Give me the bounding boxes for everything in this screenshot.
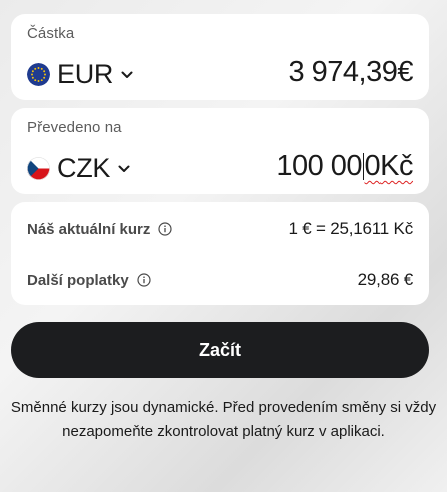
cz-flag-icon (27, 156, 50, 180)
target-currency-code: CZK (57, 152, 111, 183)
amount-value: 3 974,39€ (288, 56, 413, 88)
info-icon[interactable] (137, 273, 151, 287)
converted-value-part: 100 00 (276, 150, 363, 182)
source-currency-select[interactable]: EUR (27, 58, 133, 90)
fees-label: Další poplatky (27, 271, 129, 289)
rate-row: Náš aktuální kurz 1 € = 25,1611 Kč (27, 216, 413, 242)
converted-value-suffix: Kč (380, 150, 413, 182)
fees-row: Další poplatky 29,86 € (27, 267, 413, 293)
disclaimer-text: Směnné kurzy jsou dynamické. Před proved… (10, 399, 437, 440)
rate-value: 1 € = 25,1611 Kč (288, 219, 413, 238)
chevron-down-icon (121, 71, 133, 78)
target-currency-select[interactable]: CZK (27, 152, 130, 184)
eu-flag-icon (27, 62, 50, 86)
source-currency-code: EUR (57, 58, 114, 89)
converted-card: Převedeno na CZK 100 00 0 Kč (11, 108, 429, 194)
chevron-down-icon (118, 165, 130, 172)
start-button[interactable]: Začít (11, 322, 429, 378)
info-icon[interactable] (158, 222, 172, 236)
converted-label: Převedeno na (27, 119, 122, 136)
amount-card: Částka EUR 3 974,39€ (11, 14, 429, 100)
fees-value: 29,86 € (357, 270, 414, 289)
converted-input[interactable]: 100 00 0 Kč (276, 150, 413, 183)
converted-value-last-digit: 0 (364, 150, 381, 182)
amount-label: Částka (27, 25, 75, 42)
amount-input[interactable]: 3 974,39€ (288, 56, 413, 89)
rate-label: Náš aktuální kurz (27, 220, 151, 238)
rate-info-card: Náš aktuální kurz 1 € = 25,1611 Kč Další… (11, 202, 429, 305)
